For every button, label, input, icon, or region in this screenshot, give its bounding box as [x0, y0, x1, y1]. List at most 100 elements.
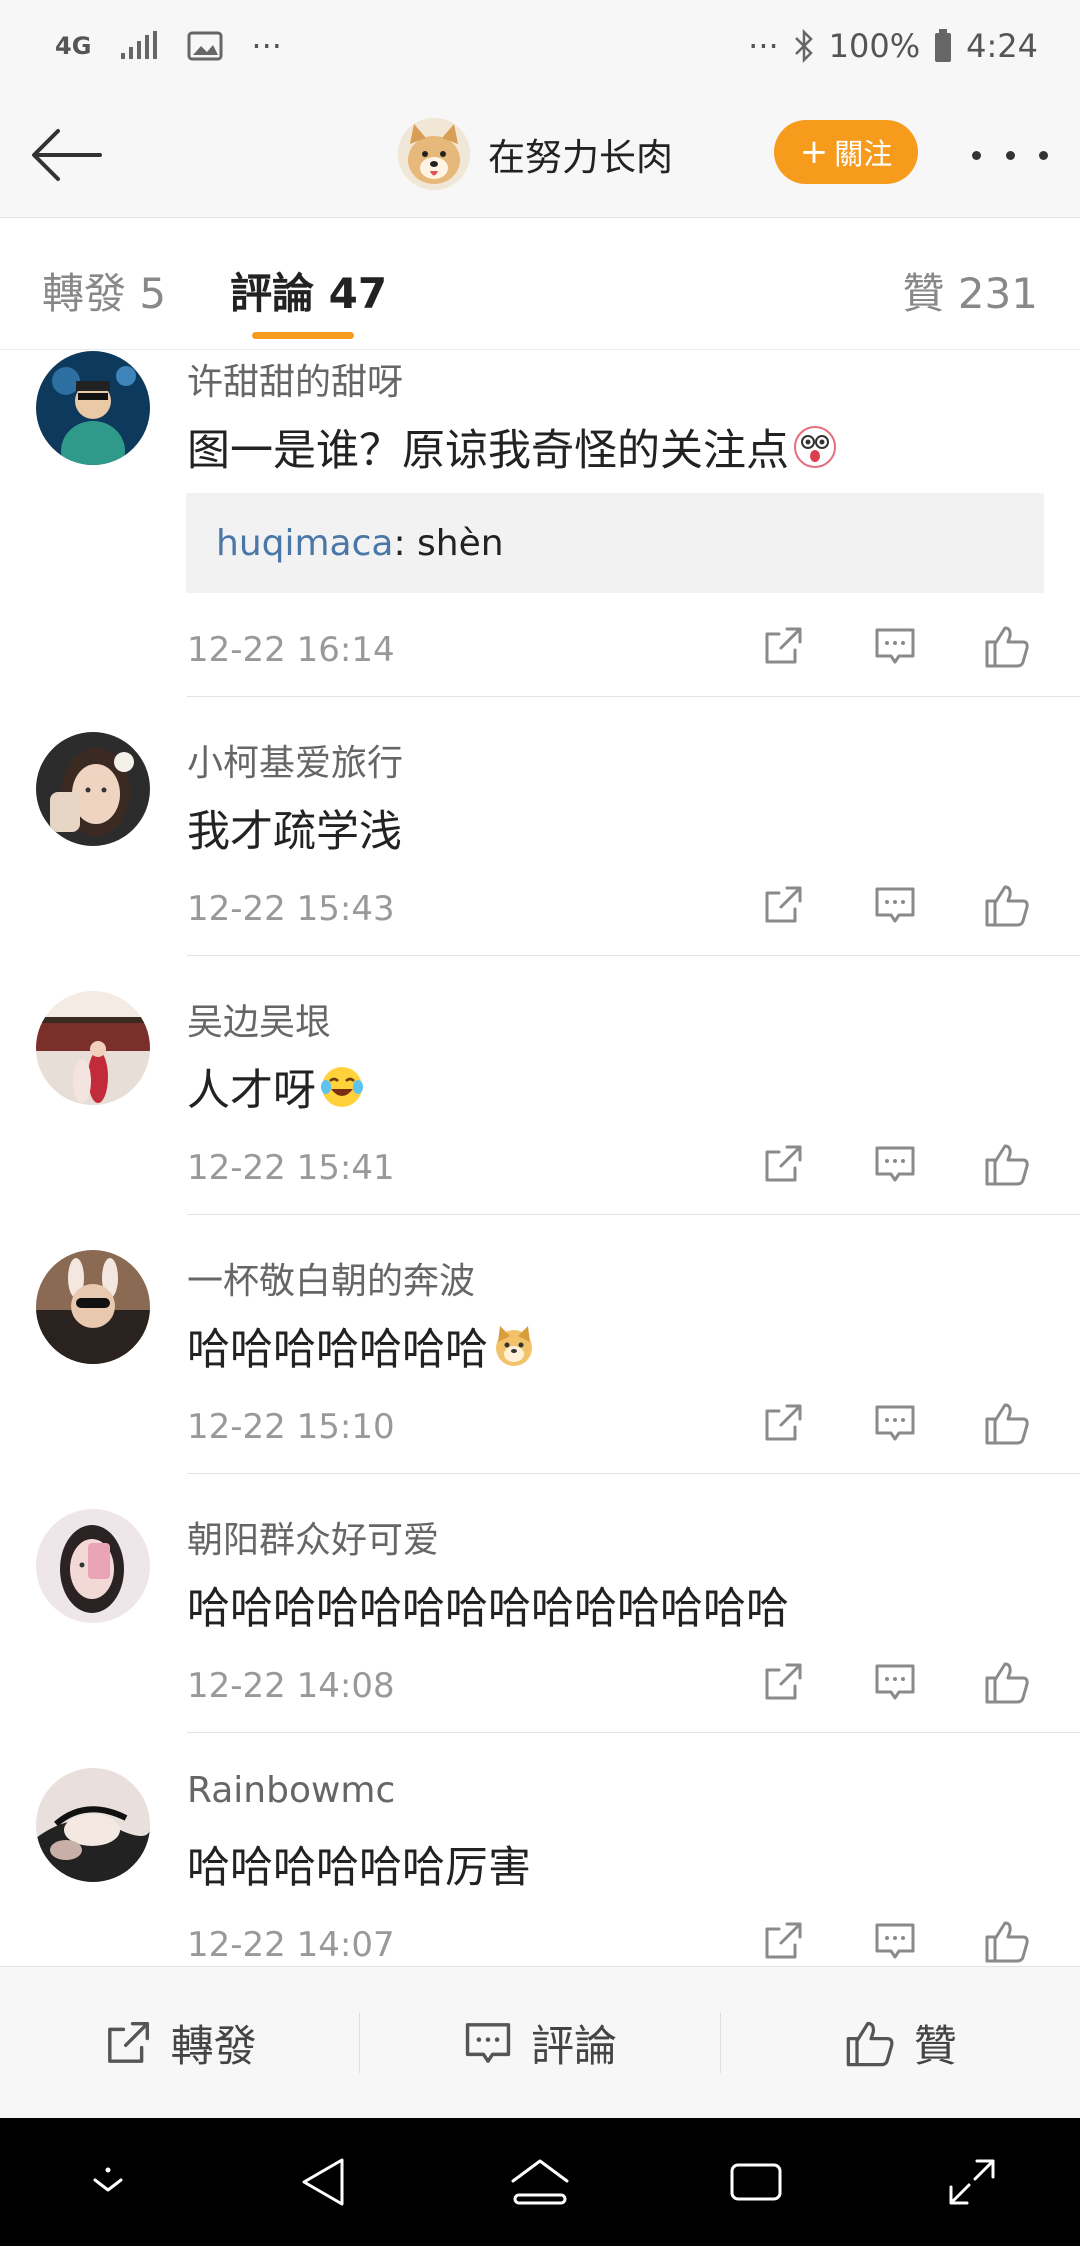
comment-username[interactable]: 小柯基爱旅行	[187, 734, 403, 786]
comment-username[interactable]: 一杯敬白朝的奔波	[187, 1252, 475, 1304]
active-tab-indicator	[252, 332, 354, 339]
avatar[interactable]	[36, 351, 150, 465]
comment-divider	[187, 1214, 1080, 1215]
like-action-button[interactable]: 贊	[721, 1967, 1080, 2118]
comment-time: 12-22 14:08	[187, 1666, 395, 1706]
comment-list: 许甜甜的甜呀 图一是谁？原谅我奇怪的关注点 huqimaca: shèn 12-…	[0, 350, 1080, 1966]
profile-header[interactable]: 在努力长肉	[398, 118, 673, 190]
expand-icon	[949, 2159, 995, 2205]
like-button[interactable]	[979, 1395, 1035, 1451]
like-button[interactable]	[979, 1913, 1035, 1966]
nav-back-button[interactable]	[279, 2137, 369, 2227]
follow-button[interactable]: + 關注	[774, 120, 918, 184]
share-icon	[765, 1145, 802, 1182]
repost-action-button[interactable]: 轉發	[0, 1967, 359, 2118]
battery-icon	[934, 29, 952, 63]
comment-username[interactable]: 许甜甜的甜呀	[187, 353, 403, 405]
comment-divider	[187, 955, 1080, 956]
comment-username[interactable]: Rainbowmc	[187, 1770, 395, 1811]
repost-button[interactable]	[755, 1136, 811, 1192]
back-triangle-icon	[302, 2158, 344, 2206]
nav-expand-button[interactable]	[927, 2137, 1017, 2227]
comment-username[interactable]: 朝阳群众好可爱	[187, 1511, 439, 1563]
comment-icon	[465, 2022, 511, 2063]
reply-button[interactable]	[867, 618, 923, 674]
repost-button[interactable]	[755, 1395, 811, 1451]
chevron-down-icon	[93, 2167, 123, 2192]
comment-text: 我才疏学浅	[187, 807, 402, 857]
plus-icon: +	[799, 132, 829, 172]
signal-icon	[119, 31, 159, 61]
comment-actions	[755, 1395, 1055, 1451]
more-options-button[interactable]	[972, 132, 1048, 178]
thumbs-up-icon	[846, 2021, 894, 2066]
recents-icon	[730, 2163, 782, 2201]
comment-actions	[755, 1136, 1055, 1192]
battery-percent: 100%	[828, 27, 921, 65]
thumbs-up-icon	[985, 1921, 1029, 1963]
more-dot-icon	[1039, 150, 1048, 160]
comment-action-button[interactable]: 評論	[360, 1967, 719, 2118]
avatar[interactable]	[36, 1250, 150, 1364]
reply-button[interactable]	[867, 1913, 923, 1966]
comment-icon	[875, 1146, 915, 1182]
like-action-label: 贊	[913, 2021, 957, 2072]
comment-icon	[875, 887, 915, 923]
tab-bar: 轉發 5 評論 47 贊 231	[0, 218, 1080, 350]
status-bar: 4G ··· ··· 100% 4:24	[0, 0, 1080, 92]
bluetooth-icon	[793, 29, 815, 63]
share-icon	[765, 1404, 802, 1441]
reply-button[interactable]	[867, 877, 923, 933]
reply-username[interactable]: huqimaca	[216, 523, 393, 564]
more-dot-icon	[972, 150, 981, 160]
nav-recents-button[interactable]	[711, 2137, 801, 2227]
comment-actions	[755, 618, 1055, 674]
comment-text: 人才呀	[187, 1056, 364, 1118]
comment-text: 哈哈哈哈哈哈哈哈哈哈哈哈哈哈	[187, 1584, 789, 1634]
comment-actions	[755, 1654, 1055, 1710]
nav-home-button[interactable]	[495, 2137, 585, 2227]
like-button[interactable]	[979, 877, 1035, 933]
tab-comments[interactable]: 評論 47	[230, 260, 387, 321]
avatar[interactable]	[36, 1768, 150, 1882]
comment-username[interactable]: 吴边吴垠	[187, 993, 331, 1045]
bottom-action-bar: 轉發 評論 贊	[0, 1966, 1080, 2118]
avatar[interactable]	[36, 1509, 150, 1623]
more-dot-icon	[1005, 150, 1015, 160]
follow-label: 關注	[834, 137, 893, 171]
share-icon	[107, 2021, 149, 2063]
repost-button[interactable]	[755, 618, 811, 674]
comment-actions	[755, 1913, 1055, 1966]
reply-button[interactable]	[867, 1395, 923, 1451]
comment-time: 12-22 14:07	[187, 1925, 395, 1965]
profile-avatar[interactable]	[398, 118, 470, 190]
shocked-emoji-icon	[793, 425, 837, 469]
share-icon	[765, 627, 802, 664]
repost-action-label: 轉發	[170, 2021, 257, 2072]
like-button[interactable]	[979, 1136, 1035, 1192]
avatar[interactable]	[36, 991, 150, 1105]
tab-likes[interactable]: 贊 231	[902, 260, 1038, 321]
reply-button[interactable]	[867, 1654, 923, 1710]
like-button[interactable]	[979, 618, 1035, 674]
back-button[interactable]	[26, 120, 106, 190]
comment-icon	[875, 628, 915, 664]
comment-action-label: 評論	[530, 2021, 617, 2072]
comment-time: 12-22 16:14	[187, 630, 395, 670]
comment-divider	[187, 696, 1080, 697]
repost-button[interactable]	[755, 1913, 811, 1966]
reply-text: shèn	[417, 522, 504, 564]
hide-keyboard-button[interactable]	[63, 2137, 153, 2227]
like-button[interactable]	[979, 1654, 1035, 1710]
reply-button[interactable]	[867, 1136, 923, 1192]
avatar[interactable]	[36, 732, 150, 846]
tab-reposts[interactable]: 轉發 5	[42, 260, 166, 321]
thumbs-up-icon	[985, 1662, 1029, 1704]
comment-time: 12-22 15:10	[187, 1407, 395, 1447]
comment-text: 图一是谁？原谅我奇怪的关注点	[187, 416, 837, 478]
profile-name[interactable]: 在努力长肉	[488, 127, 673, 181]
repost-button[interactable]	[755, 877, 811, 933]
reply-preview[interactable]: huqimaca: shèn	[186, 493, 1044, 593]
comment-icon	[875, 1923, 915, 1959]
repost-button[interactable]	[755, 1654, 811, 1710]
